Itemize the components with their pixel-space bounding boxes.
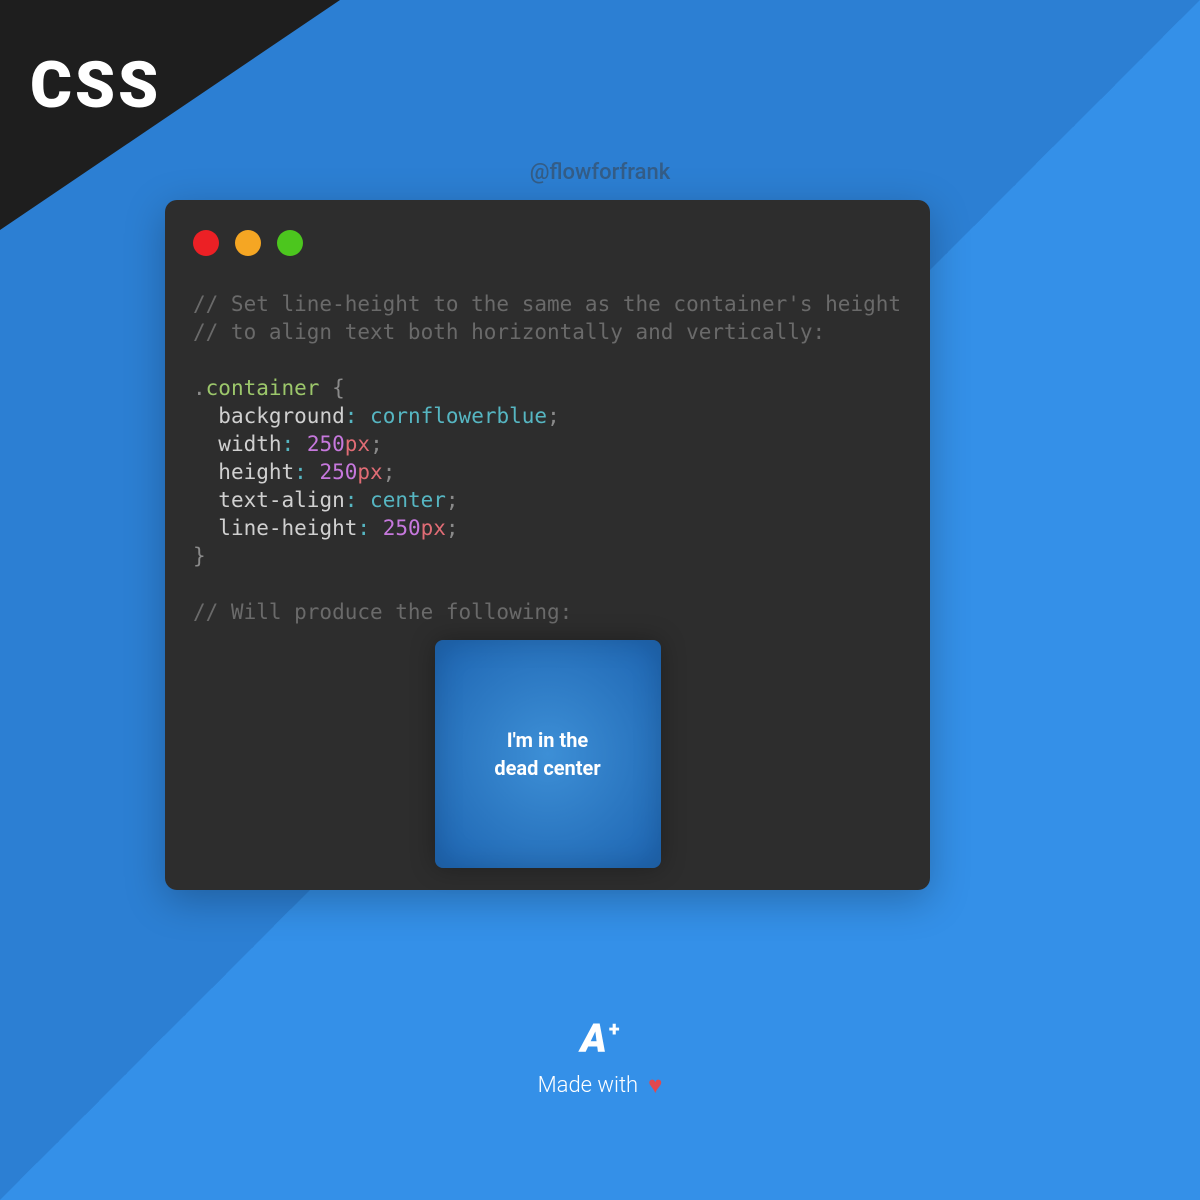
semi: ; [446, 488, 459, 512]
colon: : [294, 460, 307, 484]
footer-logo-plus-icon: + [609, 1019, 620, 1039]
footer: A+ Made with ♥ [0, 1019, 1200, 1100]
css-value: center [370, 488, 446, 512]
css-prop: width [218, 432, 281, 456]
made-with-line: Made with ♥ [538, 1071, 663, 1100]
selector-name: container [206, 376, 320, 400]
code-comment: // Will produce the following: [193, 600, 572, 624]
css-unit: px [345, 432, 370, 456]
code-comment: // Set line-height to the same as the co… [193, 292, 901, 316]
traffic-light-zoom-icon [277, 230, 303, 256]
css-prop: background [218, 404, 344, 428]
semi: ; [383, 460, 396, 484]
css-prop: text-align [218, 488, 344, 512]
css-unit: px [357, 460, 382, 484]
colon: : [345, 404, 358, 428]
made-with-text: Made with [538, 1073, 639, 1098]
css-prop: line-height [218, 516, 357, 540]
code-window: // Set line-height to the same as the co… [165, 200, 930, 890]
code-comment: // to align text both horizontally and v… [193, 320, 825, 344]
semi: ; [446, 516, 459, 540]
code-block: // Set line-height to the same as the co… [193, 290, 902, 626]
traffic-light-close-icon [193, 230, 219, 256]
heart-icon: ♥ [648, 1071, 662, 1100]
semi: ; [547, 404, 560, 428]
css-number: 250 [383, 516, 421, 540]
demo-text-line2: dead center [494, 756, 600, 780]
css-prop: height [218, 460, 294, 484]
semi: ; [370, 432, 383, 456]
colon: : [345, 488, 358, 512]
traffic-lights [193, 230, 902, 256]
css-value: cornflowerblue [370, 404, 547, 428]
css-number: 250 [307, 432, 345, 456]
brace-close: } [193, 544, 206, 568]
footer-logo: A+ [580, 1019, 619, 1059]
demo-text: I'm in the dead center [494, 726, 600, 782]
demo-center-box: I'm in the dead center [435, 640, 661, 868]
attribution-handle: @flowforfrank [530, 160, 671, 185]
brace-open: { [319, 376, 344, 400]
traffic-light-minimize-icon [235, 230, 261, 256]
colon: : [357, 516, 370, 540]
css-unit: px [421, 516, 446, 540]
css-badge-label: CSS [30, 48, 161, 123]
colon: : [282, 432, 295, 456]
css-number: 250 [319, 460, 357, 484]
demo-text-line1: I'm in the [507, 728, 588, 752]
selector-dot: . [193, 376, 206, 400]
footer-logo-letter: A [580, 1019, 606, 1059]
